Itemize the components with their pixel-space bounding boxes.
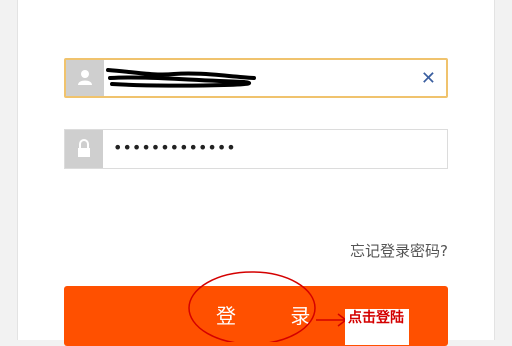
annotation-circle-arrow (188, 271, 348, 342)
lock-icon-box (65, 130, 103, 168)
lock-icon (78, 139, 90, 157)
forgot-password-link[interactable]: 忘记登录密码? (350, 240, 448, 261)
user-icon (78, 70, 92, 85)
clear-icon[interactable]: ✕ (421, 68, 436, 89)
redaction-scribble (106, 68, 256, 88)
password-value[interactable]: ••••••••••••• (113, 138, 236, 157)
user-icon-box (66, 60, 104, 96)
username-field[interactable]: ✕ (64, 58, 448, 98)
password-field[interactable]: ••••••••••••• (64, 129, 448, 169)
